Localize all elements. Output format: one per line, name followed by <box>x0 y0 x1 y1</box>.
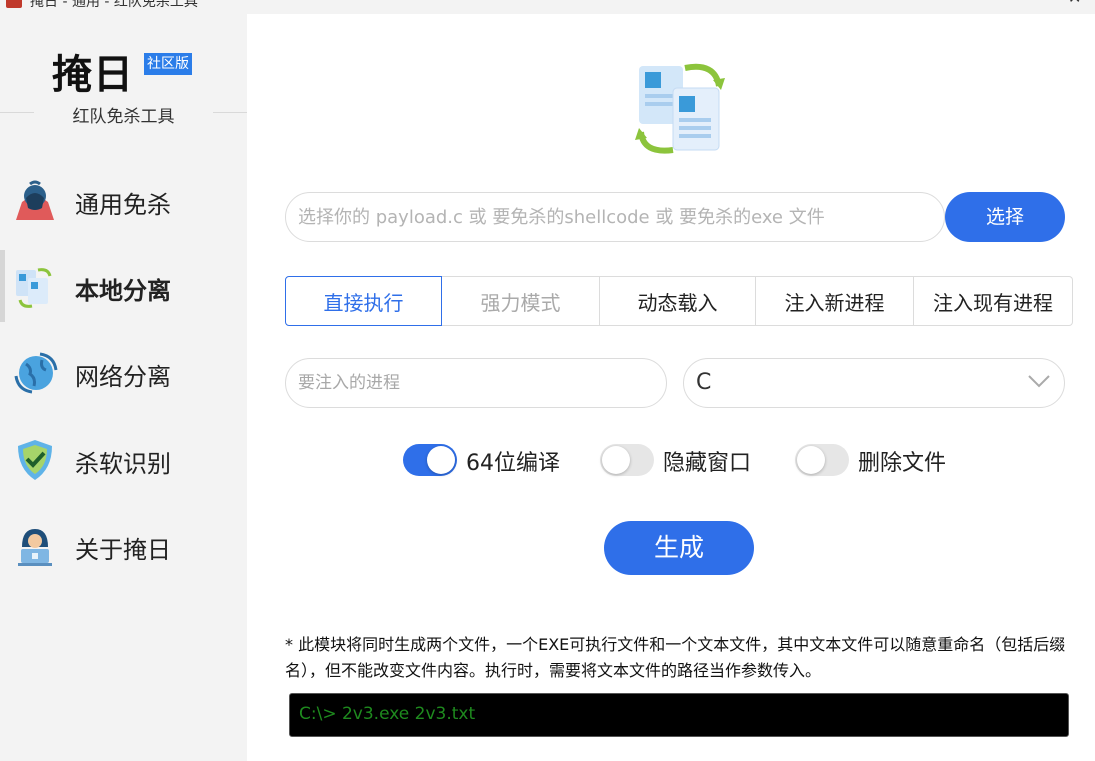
globe-icon <box>14 352 58 394</box>
select-file-button[interactable]: 选择 <box>945 192 1065 242</box>
toggle-delete-file[interactable]: 删除文件 <box>795 442 965 478</box>
minimize-icon[interactable]: – <box>996 0 1004 7</box>
app-logo-icon <box>6 0 22 8</box>
command-example-box: C:\> 2v3.exe 2v3.txt <box>289 693 1069 737</box>
toggle-label: 隐藏窗口 <box>663 451 752 476</box>
toggle-switch[interactable] <box>600 444 654 476</box>
brand-subtitle: 红队免杀工具 <box>72 107 175 127</box>
sidebar-item-network-separation[interactable]: 网络分离 <box>0 336 247 408</box>
files-sync-icon <box>635 63 725 154</box>
mode-tabs: 直接执行 强力模式 动态载入 注入新进程 注入现有进程 <box>285 276 1073 326</box>
toggle-label: 删除文件 <box>858 451 947 476</box>
payload-file-input[interactable] <box>285 192 945 242</box>
user-laptop-icon <box>18 529 52 566</box>
divider-right <box>213 112 247 113</box>
tab-power-mode[interactable]: 强力模式 <box>442 276 599 326</box>
window-titlebar: 掩日 - 通用 - 红队免杀工具 – ✕ <box>0 0 1095 14</box>
close-icon[interactable]: ✕ <box>1068 0 1081 7</box>
files-sync-icon <box>16 268 52 308</box>
toggle-label: 64位编译 <box>466 451 560 476</box>
generate-button[interactable]: 生成 <box>604 521 754 575</box>
shield-check-icon <box>18 440 52 480</box>
toggle-switch[interactable] <box>795 444 849 476</box>
sidebar-item-label: 关于掩日 <box>75 536 171 564</box>
process-input[interactable] <box>285 358 667 408</box>
edition-badge: 社区版 <box>144 53 192 75</box>
command-example: C:\> 2v3.exe 2v3.txt <box>299 704 476 724</box>
brand-title: 掩日 <box>52 52 134 98</box>
sidebar-item-label: 通用免杀 <box>75 191 171 219</box>
toggle-64bit[interactable]: 64位编译 <box>403 442 573 478</box>
tab-inject-existing-process[interactable]: 注入现有进程 <box>914 276 1073 326</box>
language-select[interactable]: C <box>683 358 1065 408</box>
language-select-value: C <box>696 370 712 395</box>
tab-dynamic-load[interactable]: 动态载入 <box>599 276 756 326</box>
sidebar-item-label: 网络分离 <box>75 363 171 391</box>
sidebar-item-general[interactable]: 通用免杀 <box>0 164 247 236</box>
sidebar-item-about[interactable]: 关于掩日 <box>0 509 247 581</box>
sidebar-item-av-detection[interactable]: 杀软识别 <box>0 423 247 495</box>
sidebar-item-label: 本地分离 <box>75 277 171 305</box>
tab-direct-execute[interactable]: 直接执行 <box>285 276 442 326</box>
tab-inject-new-process[interactable]: 注入新进程 <box>756 276 914 326</box>
sidebar-item-local-separation[interactable]: 本地分离 <box>0 250 247 322</box>
sidebar: 掩日 社区版 红队免杀工具 通用免杀 本地分离 网络分离 杀软识别 关于掩日 <box>0 14 247 761</box>
usage-note: * 此模块将同时生成两个文件，一个EXE可执行文件和一个文本文件，其中文本文件可… <box>285 635 1066 680</box>
window-title: 掩日 - 通用 - 红队免杀工具 <box>30 0 198 10</box>
toggle-hide-window[interactable]: 隐藏窗口 <box>600 442 770 478</box>
chevron-down-icon <box>1028 375 1050 388</box>
toggle-switch[interactable] <box>403 444 457 476</box>
hacker-icon <box>16 180 54 220</box>
main-panel: 选择 直接执行 强力模式 动态载入 注入新进程 注入现有进程 C 64位编译 隐… <box>247 14 1095 761</box>
sidebar-item-label: 杀软识别 <box>75 450 171 478</box>
